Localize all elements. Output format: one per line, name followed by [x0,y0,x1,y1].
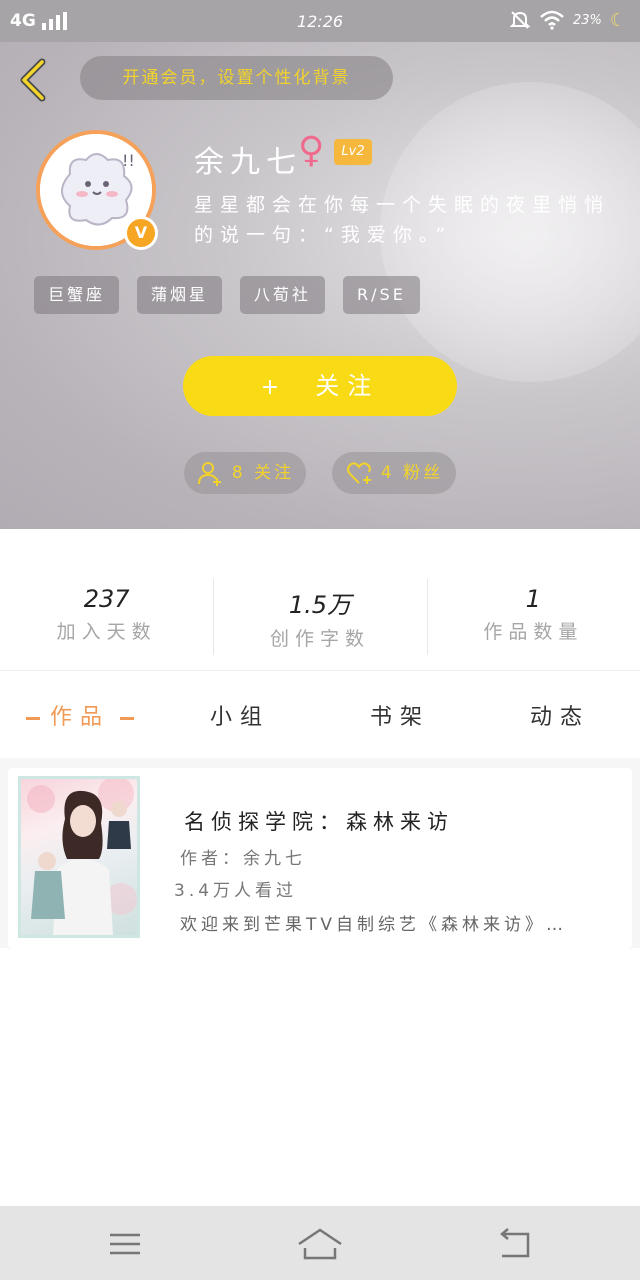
tab-works[interactable]: 作品 [0,672,160,758]
plus-icon: + [260,375,288,400]
stat-value: 1.5万 [288,591,352,619]
status-bar: 4G 12:26 23% ☾ [0,0,640,42]
follow-button[interactable]: + 关注 [183,356,457,416]
works-list: 名侦探学院：森林来访 作者：余九七 3.4万人看过 欢迎来到芒果TV自制综艺《森… [0,758,640,948]
following-count: 8 关注 [231,463,295,483]
return-icon [500,1228,530,1258]
stat-word-count: 1.5万 创作字数 [213,529,426,670]
stats-row: 237 加入天数 1.5万 创作字数 1 作品数量 [0,529,640,671]
book-cover[interactable] [18,776,140,938]
back-button[interactable] [14,58,54,102]
stat-value: 1 [525,585,541,613]
stat-value: 237 [83,585,130,613]
home-icon [298,1228,342,1260]
wifi-icon [540,10,564,30]
moon-icon: ☾ [609,9,626,31]
status-right: 23% ☾ [509,9,626,31]
vip-background-hint[interactable]: 开通会员，设置个性化背景 [80,56,393,100]
chevron-left-icon [20,58,46,102]
nickname: 余九七 [194,145,302,180]
tab-label: 动态 [529,705,590,730]
stat-label: 创作字数 [269,628,370,650]
menu-icon [110,1233,140,1255]
tab-label: 书架 [369,705,430,730]
verified-badge: V [124,216,158,250]
work-author: 作者：余九七 [180,849,306,869]
active-indicator [25,716,40,720]
tab-groups[interactable]: 小组 [160,672,320,758]
tag-list: 巨蟹座 蒲烟星 八荀社 R/SE [34,276,420,314]
book-cover-image [27,779,137,935]
bio: 星星都会在你每一个失眠的夜里悄悄的说一句：“我爱你。” [194,194,611,246]
tab-label: 作品 [49,705,110,730]
menu-button[interactable] [100,1226,150,1262]
mute-bell-icon [509,11,531,29]
profile-tabs: 作品 小组 书架 动态 [0,672,640,758]
work-description: 欢迎来到芒果TV自制综艺《森林来访》… [180,915,568,935]
tab-label: 小组 [209,705,270,730]
active-indicator [120,716,134,720]
stat-work-count: 1 作品数量 [426,529,640,670]
tab-feed[interactable]: 动态 [480,672,640,758]
tag-item[interactable]: 八荀社 [240,276,326,314]
stat-label: 作品数量 [483,621,584,643]
system-nav-bar [0,1206,640,1280]
profile-header: 开通会员，设置个性化背景 !! V 余九七 ♀ Lv2 星星都会在你每一个失眠的… [0,42,640,529]
tag-item[interactable]: 巨蟹座 [34,276,120,314]
work-title[interactable]: 名侦探学院：森林来访 [184,806,454,836]
home-button[interactable] [295,1226,345,1262]
tag-item[interactable]: 蒲烟星 [137,276,223,314]
work-views: 3.4万人看过 [174,881,298,901]
fans-button[interactable]: 4 粉丝 [332,452,456,494]
level-badge[interactable]: Lv2 [334,139,372,165]
tag-item[interactable]: R/SE [343,276,420,314]
person-add-icon [197,462,221,486]
battery-level: 23% [572,12,602,28]
heart-add-icon [346,462,371,484]
work-card[interactable]: 名侦探学院：森林来访 作者：余九七 3.4万人看过 欢迎来到芒果TV自制综艺《森… [8,768,632,948]
fans-count: 4 粉丝 [380,463,444,483]
return-button[interactable] [490,1226,540,1262]
female-icon: ♀ [298,130,325,171]
stat-label: 加入天数 [56,621,157,643]
avatar[interactable]: !! V [36,130,158,250]
tab-bookshelf[interactable]: 书架 [320,672,480,758]
svg-text:!!: !! [122,151,135,170]
stat-join-days: 237 加入天数 [0,529,213,670]
follow-label: 关注 [315,372,380,400]
following-button[interactable]: 8 关注 [184,452,306,494]
